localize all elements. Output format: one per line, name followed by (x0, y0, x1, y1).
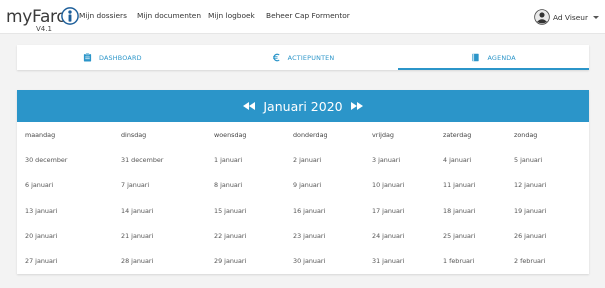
day-cell[interactable]: 19 januari (514, 207, 546, 215)
day-cell[interactable]: 28 januari (121, 257, 153, 265)
tab-actiepunten[interactable]: ACTIEPUNTEN (208, 45, 399, 70)
nav-mijn-dossiers[interactable]: Mijn dossiers (79, 11, 127, 20)
day-cell[interactable]: 4 januari (443, 156, 471, 164)
day-cell[interactable]: 16 januari (293, 207, 325, 215)
tab-agenda[interactable]: AGENDA (398, 45, 589, 70)
day-cell[interactable]: 15 januari (214, 207, 246, 215)
tab-dashboard-label: DASHBOARD (98, 53, 142, 62)
day-cell[interactable]: 25 januari (443, 232, 475, 240)
nav-mijn-logboek[interactable]: Mijn logboek (208, 11, 255, 20)
day-cell[interactable]: 30 december (25, 156, 67, 164)
day-cell[interactable]: 3 januari (372, 156, 400, 164)
calendar-grid: maandag dinsdag woensdag donderdag vrijd… (17, 122, 589, 274)
user-name: Ad Viseur (552, 12, 588, 22)
weekday-label: woensdag (214, 130, 247, 139)
weekday-label: zaterdag (443, 130, 472, 139)
weekday-label: vrijdag (372, 130, 394, 139)
weekday-label: zondag (514, 130, 538, 139)
day-cell[interactable]: 2 januari (293, 156, 321, 164)
double-left-arrow-icon[interactable] (243, 102, 256, 110)
info-person-icon (61, 7, 79, 25)
weekday-header-row: maandag dinsdag woensdag donderdag vrijd… (17, 122, 589, 147)
nav-mijn-documenten[interactable]: Mijn documenten (137, 11, 201, 20)
day-cell[interactable]: 29 januari (214, 257, 246, 265)
day-cell[interactable]: 5 januari (514, 156, 542, 164)
day-cell[interactable]: 22 januari (214, 232, 246, 240)
day-cell[interactable]: 12 januari (514, 181, 546, 189)
week-row: 13 januari 14 januari 15 januari 16 janu… (17, 198, 589, 223)
day-cell[interactable]: 23 januari (293, 232, 325, 240)
nav-beheer[interactable]: Beheer Cap Formentor (266, 11, 350, 20)
day-cell[interactable]: 10 januari (372, 181, 404, 189)
day-cell[interactable]: 17 januari (372, 207, 404, 215)
day-cell[interactable]: 21 januari (121, 232, 153, 240)
chevron-down-icon (593, 15, 599, 19)
tab-bar: DASHBOARD ACTIEPUNTEN AGENDA (17, 45, 589, 70)
day-cell[interactable]: 31 januari (372, 257, 404, 265)
user-menu[interactable]: Ad Viseur (534, 7, 599, 27)
euro-icon (272, 53, 280, 62)
weekday-label: donderdag (293, 130, 328, 139)
top-navbar: myFaro V4.1 Mijn dossiers Mijn documente… (0, 0, 605, 34)
day-cell[interactable]: 1 februari (443, 257, 474, 265)
day-cell[interactable]: 8 januari (214, 181, 242, 189)
day-cell[interactable]: 9 januari (293, 181, 321, 189)
double-right-arrow-icon[interactable] (350, 102, 363, 110)
calendar-header: Januari 2020 (17, 90, 589, 122)
day-cell[interactable]: 6 januari (25, 181, 53, 189)
day-cell[interactable]: 18 januari (443, 207, 475, 215)
tab-dashboard[interactable]: DASHBOARD (17, 45, 208, 70)
day-cell[interactable]: 7 januari (121, 181, 149, 189)
brand-name: myFaro (6, 7, 67, 27)
book-icon (472, 53, 480, 62)
week-row: 30 december 31 december 1 januari 2 janu… (17, 147, 589, 172)
day-cell[interactable]: 13 januari (25, 207, 57, 215)
day-cell[interactable]: 2 februari (514, 257, 545, 265)
day-cell[interactable]: 31 december (121, 156, 163, 164)
day-cell[interactable]: 27 januari (25, 257, 57, 265)
day-cell[interactable]: 20 januari (25, 232, 57, 240)
day-cell[interactable]: 26 januari (514, 232, 546, 240)
calendar-title: Januari 2020 (263, 98, 343, 114)
day-cell[interactable]: 14 januari (121, 207, 153, 215)
brand-version: V4.1 (36, 25, 52, 33)
weekday-label: maandag (25, 130, 56, 139)
calendar: Januari 2020 maandag dinsdag woensdag do… (17, 90, 589, 274)
tab-agenda-label: AGENDA (487, 53, 516, 62)
day-cell[interactable]: 24 januari (372, 232, 404, 240)
week-row: 20 januari 21 januari 22 januari 23 janu… (17, 223, 589, 248)
weekday-label: dinsdag (121, 130, 147, 139)
tab-actiepunten-label: ACTIEPUNTEN (287, 53, 335, 62)
clipboard-icon (83, 53, 92, 62)
day-cell[interactable]: 30 januari (293, 257, 325, 265)
user-avatar-icon (534, 9, 550, 25)
day-cell[interactable]: 1 januari (214, 156, 242, 164)
day-cell[interactable]: 11 januari (443, 181, 475, 189)
week-row: 27 januari 28 januari 29 januari 30 janu… (17, 248, 589, 273)
week-row: 6 januari 7 januari 8 januari 9 januari … (17, 173, 589, 198)
